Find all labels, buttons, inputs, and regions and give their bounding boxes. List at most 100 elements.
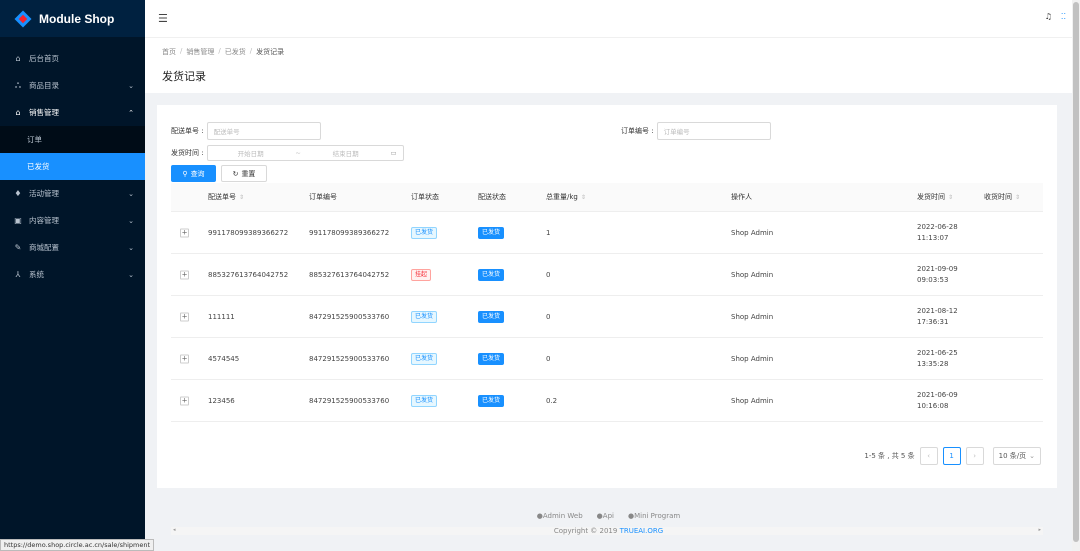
table-row: +123456 847291525900533760 已发货 已发货 0.2 Shop A… (171, 380, 1043, 422)
expand-row-icon[interactable]: + (180, 354, 189, 363)
tree-icon: ஃ (14, 80, 22, 90)
sidebar-item-label: 内容管理 (29, 216, 59, 225)
content-card: 配送单号 : 配送单号 订单编号 : 订单编号 发货时间 : 开始日期 ~ 结束… (157, 105, 1057, 535)
shipping-no-filter: 配送单号 : 配送单号 (171, 122, 321, 140)
sales-submenu: 订单 已发货 (0, 126, 145, 180)
ship-status-tag: 已发货 (478, 226, 505, 239)
col-order-status: 订单状态 (411, 193, 439, 201)
org-link[interactable]: TRUEAI.ORG (620, 527, 664, 535)
end-date-input[interactable]: 结束日期 (333, 148, 359, 158)
chevron-down-icon: ⌄ (1029, 452, 1035, 460)
calendar-icon: ▭ (390, 149, 397, 157)
chevron-up-icon: ⌃ (128, 108, 134, 117)
breadcrumb-shipped[interactable]: 已发货 (225, 47, 246, 57)
footer-copyright: Copyright © 2019 TRUEAI.ORG (145, 527, 1072, 535)
bulb-icon: ♦ (14, 189, 22, 198)
ship-status-tag: 已发货 (478, 394, 505, 407)
col-shipping-no[interactable]: 配送单号 ⇕ (208, 192, 244, 202)
logo-icon (14, 10, 32, 28)
breadcrumb-current: 发货记录 (256, 48, 285, 56)
sidebar-item-activity[interactable]: ♦ 活动管理 ⌄ (0, 180, 145, 207)
sidebar-item-label: 活动管理 (29, 189, 59, 198)
tool-icon: ✎ (14, 243, 22, 252)
top-header: ☰ ♫ ⁚⁚ (145, 0, 1072, 37)
expand-row-icon[interactable]: + (180, 396, 189, 405)
logo[interactable]: Module Shop (0, 0, 145, 37)
cell-operator: Shop Admin (731, 270, 774, 279)
cell-operator: Shop Admin (731, 396, 774, 405)
sidebar-menu: ⌂ 后台首页 ஃ 商品目录 ⌄ ⌂ 销售管理 ⌃ 订单 已发货 ♦ 活动管理 ⌄… (0, 45, 145, 288)
sidebar-item-shipped[interactable]: 已发货 (0, 153, 145, 180)
table-header: 配送单号 ⇕ 订单编号 订单状态 配送状态 总重量/kg ⇕ 操作人 发货时间 ⇕ 收… (171, 183, 1043, 212)
content-icon: ▣ (14, 216, 22, 225)
chevron-down-icon: ⌄ (128, 81, 134, 90)
ship-time-filter: 发货时间 : 开始日期 ~ 结束日期 ▭ (171, 145, 404, 161)
cell-weight: 1 (546, 228, 551, 237)
cell-ship-time: 2021-06-09 10:16:08 (917, 390, 958, 410)
pagination: 1-5 条 , 共 5 条 ‹ 1 › 10 条/页 ⌄ (864, 447, 1041, 465)
col-weight[interactable]: 总重量/kg ⇕ (546, 192, 586, 202)
sidebar-item-label: 销售管理 (29, 108, 59, 117)
reset-button[interactable]: ↻ 重置 (221, 165, 267, 182)
breadcrumb: 首页 / 销售管理 / 已发货 / 发货记录 (162, 47, 285, 57)
footer-link-admin-web[interactable]: ●Admin Web (537, 512, 583, 520)
language-icon[interactable]: ⁚⁚ (1061, 12, 1066, 21)
footer-link-api[interactable]: ●Api (597, 512, 614, 520)
ship-status-tag: 已发货 (478, 352, 505, 365)
sidebar-item-catalog[interactable]: ஃ 商品目录 ⌄ (0, 72, 145, 99)
cell-shipping-no: 991178099389366272 (208, 228, 289, 237)
sidebar-item-config[interactable]: ✎ 商城配置 ⌄ (0, 234, 145, 261)
ship-time-label: 发货时间 : (171, 149, 204, 157)
order-no-input[interactable]: 订单编号 (656, 122, 771, 140)
expand-row-icon[interactable]: + (180, 312, 189, 321)
page-size-select[interactable]: 10 条/页 ⌄ (992, 447, 1041, 465)
cell-shipping-no: 123456 (208, 396, 235, 405)
cell-ship-time: 2021-06-25 13:35:28 (917, 348, 958, 368)
page-scrollbar[interactable] (1072, 0, 1080, 551)
prev-page-button[interactable]: ‹ (919, 447, 938, 465)
page-button-current[interactable]: 1 (942, 447, 961, 465)
ship-status-tag: 已发货 (478, 310, 505, 323)
ship-time-range-picker[interactable]: 开始日期 ~ 结束日期 ▭ (206, 145, 404, 161)
breadcrumb-home[interactable]: 首页 (162, 47, 176, 57)
sort-icon: ⇕ (1015, 194, 1021, 201)
cell-weight: 0 (546, 354, 551, 363)
expand-row-icon[interactable]: + (180, 228, 189, 237)
table-row: +991178099389366272 991178099389366272 已发货… (171, 212, 1043, 254)
shipping-no-input[interactable]: 配送单号 (206, 122, 321, 140)
sidebar-item-dashboard[interactable]: ⌂ 后台首页 (0, 45, 145, 72)
cell-order-no: 991178099389366272 (309, 228, 390, 237)
bell-icon[interactable]: ♫ (1045, 12, 1052, 21)
order-status-tag: 已发货 (411, 310, 438, 323)
reset-button-label: 重置 (241, 169, 256, 178)
cell-ship-time: 2021-09-09 09:03:53 (917, 264, 958, 284)
cell-operator: Shop Admin (731, 354, 774, 363)
sidebar-item-sales[interactable]: ⌂ 销售管理 ⌃ (0, 99, 145, 126)
table-row: +885327613764042752 885327613764042752 挂起 已… (171, 254, 1043, 296)
col-ship-time[interactable]: 发货时间 ⇕ (917, 192, 953, 202)
next-page-button[interactable]: › (965, 447, 984, 465)
sidebar-item-system[interactable]: ⅄ 系统 ⌄ (0, 261, 145, 288)
breadcrumb-sales[interactable]: 销售管理 (186, 47, 214, 57)
menu-fold-icon[interactable]: ☰ (158, 12, 168, 25)
cell-operator: Shop Admin (731, 228, 774, 237)
sidebar-item-orders[interactable]: 订单 (0, 126, 145, 153)
table-body: +991178099389366272 991178099389366272 已发货… (171, 212, 1043, 422)
shop-icon: ⌂ (15, 108, 21, 117)
start-date-input[interactable]: 开始日期 (238, 148, 264, 158)
sort-icon: ⇕ (948, 194, 954, 201)
expand-row-icon[interactable]: + (180, 270, 189, 279)
sidebar-item-label: 商品目录 (29, 81, 59, 90)
search-button[interactable]: ⚲ 查询 (171, 165, 216, 182)
sort-icon: ⇕ (239, 194, 245, 201)
col-receive-time[interactable]: 收货时间 ⇕ (984, 192, 1020, 202)
cell-ship-time: 2022-06-28 11:13:07 (917, 222, 958, 242)
chevron-down-icon: ⌄ (128, 216, 134, 225)
sidebar-item-content[interactable]: ▣ 内容管理 ⌄ (0, 207, 145, 234)
footer-link-mini-program[interactable]: ●Mini Program (628, 512, 680, 520)
sidebar-item-label: 后台首页 (29, 54, 59, 63)
col-ship-status: 配送状态 (478, 193, 506, 201)
cell-shipping-no: 4574545 (208, 354, 240, 363)
cell-order-no: 885327613764042752 (309, 270, 390, 279)
cell-operator: Shop Admin (731, 312, 774, 321)
